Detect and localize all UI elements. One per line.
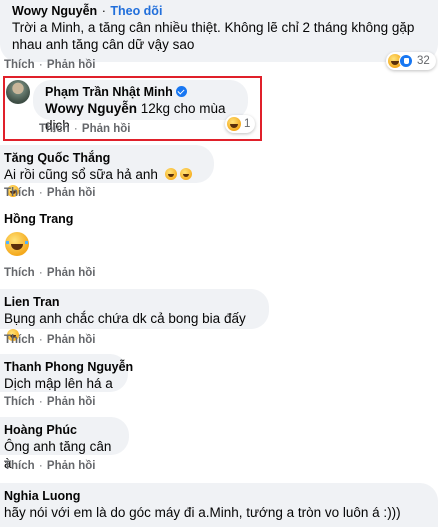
like-reaction-icon	[399, 54, 413, 68]
comment-text: Ai rồi cũng sổ sữa hả anh	[4, 167, 158, 182]
comment-bubble: Hoàng Phúc Ông anh tăng cân à	[0, 417, 129, 471]
comment-text: Trời a Minh, a tăng cân nhiều thiệt. Khô…	[12, 20, 415, 35]
comment-actions: Thích · Phản hồi	[4, 59, 96, 71]
comment-author[interactable]: Phạm Trần Nhật Minh	[45, 85, 173, 99]
comment-bubble: Wowy Nguyễn · Theo dõi Trời a Minh, a tă…	[0, 0, 438, 62]
grinning-emoji-icon	[179, 168, 192, 180]
comment-actions: Thích · Phản hồi	[4, 187, 96, 199]
like-button[interactable]: Thích	[4, 59, 35, 71]
comment-bubble: Phạm Trần Nhật Minh Wowy Nguyễn 12kg cho…	[33, 80, 248, 133]
reply-button[interactable]: Phản hồi	[47, 187, 96, 199]
comment-author[interactable]: Lien Tran	[4, 294, 257, 310]
reaction-count: 32	[417, 55, 430, 67]
reaction-count: 1	[244, 118, 251, 130]
comment-text: Dịch mập lên há a	[4, 376, 113, 391]
comment-author[interactable]: Thanh Phong Nguyễn	[4, 359, 133, 375]
comment-author[interactable]: Hoàng Phúc	[4, 422, 117, 438]
crying-laughing-emoji-icon	[5, 232, 29, 256]
comment-author[interactable]: Hồng Trang	[4, 211, 73, 227]
reply-button[interactable]: Phản hồi	[47, 59, 96, 71]
like-button[interactable]: Thích	[4, 460, 35, 472]
like-button[interactable]: Thích	[4, 334, 35, 346]
comment-bubble: Tăng Quốc Thắng Ai rồi cũng sổ sữa hả an…	[0, 145, 214, 197]
mention-tag[interactable]: Wowy Nguyễn	[45, 101, 137, 116]
comment-text: nhau anh tăng cân dữ vậy sao	[12, 37, 195, 52]
comment-bubble: Nghia Luong hãy nói với em là do góc máy…	[0, 483, 438, 527]
comment-actions: Thích · Phản hồi	[4, 334, 96, 346]
reply-button[interactable]: Phản hồi	[82, 123, 131, 135]
reply-button[interactable]: Phản hồi	[47, 267, 96, 279]
comment-bubble: Lien Tran Bụng anh chắc chứa dk cả bong …	[0, 289, 269, 341]
reply-button[interactable]: Phản hồi	[47, 396, 96, 408]
like-button[interactable]: Thích	[4, 396, 35, 408]
like-button[interactable]: Thích	[39, 123, 70, 135]
comment-actions: Thích · Phản hồi	[4, 267, 96, 279]
comment-author[interactable]: Nghia Luong	[4, 488, 426, 504]
comment-bubble: Thanh Phong Nguyễn Dịch mập lên há a	[0, 354, 133, 392]
comment-actions: Thích · Phản hồi	[4, 396, 96, 408]
comment-text: hãy nói với em là do góc máy đi a.Minh, …	[4, 505, 401, 520]
avatar[interactable]	[6, 80, 30, 104]
follow-link[interactable]: Theo dõi	[110, 4, 162, 18]
comment-actions: Thích · Phản hồi	[4, 460, 96, 472]
like-button[interactable]: Thích	[4, 187, 35, 199]
comment-author[interactable]: Wowy Nguyễn	[12, 4, 97, 18]
comment-author[interactable]: Tăng Quốc Thắng	[4, 150, 202, 166]
comment-text: Bụng anh chắc chứa dk cả bong bia đấy	[4, 311, 246, 326]
reply-button[interactable]: Phản hồi	[47, 334, 96, 346]
reaction-summary[interactable]: 32	[386, 52, 436, 70]
haha-reaction-icon	[227, 117, 241, 131]
grinning-emoji-icon	[164, 168, 177, 180]
reply-button[interactable]: Phản hồi	[47, 460, 96, 472]
comment-actions: Thích · Phản hồi	[39, 123, 131, 135]
like-button[interactable]: Thích	[4, 267, 35, 279]
reaction-summary[interactable]: 1	[225, 115, 255, 133]
verified-badge-icon	[175, 86, 187, 97]
